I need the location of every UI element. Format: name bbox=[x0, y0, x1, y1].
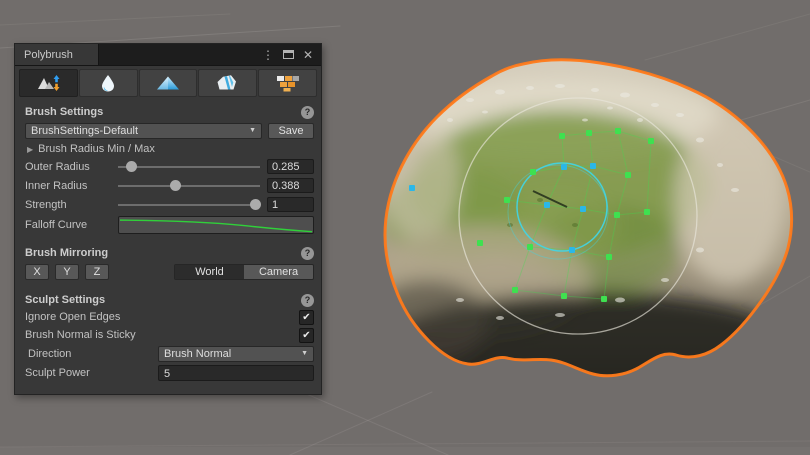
inner-radius-slider[interactable] bbox=[118, 179, 260, 192]
tool-smooth-button[interactable] bbox=[79, 69, 138, 97]
direction-dropdown[interactable]: Brush Normal ▼ bbox=[158, 346, 314, 362]
sculpt-power-field[interactable]: 5 bbox=[158, 365, 314, 381]
foldout-arrow-icon: ▶ bbox=[27, 145, 33, 154]
brush-normal-sticky-checkbox[interactable]: ✔ bbox=[299, 328, 314, 343]
ignore-open-edges-checkbox[interactable]: ✔ bbox=[299, 310, 314, 325]
close-icon[interactable]: ✕ bbox=[303, 49, 313, 61]
tool-sculpt-button[interactable] bbox=[19, 69, 78, 97]
sculpt-power-label: Sculpt Power bbox=[25, 367, 158, 379]
smooth-icon bbox=[95, 73, 121, 93]
falloff-curve-label: Falloff Curve bbox=[25, 219, 118, 231]
outer-radius-field[interactable]: 0.285 bbox=[267, 159, 314, 174]
brush-preset-dropdown[interactable]: BrushSettings-Default ▼ bbox=[25, 123, 262, 139]
strength-field[interactable]: 1 bbox=[267, 197, 314, 212]
titlebar-spacer bbox=[99, 44, 262, 65]
brush-radius-foldout-label: Brush Radius Min / Max bbox=[38, 143, 155, 155]
inner-radius-field[interactable]: 0.388 bbox=[267, 178, 314, 193]
direction-label: Direction bbox=[28, 348, 158, 360]
slider-knob[interactable] bbox=[126, 161, 137, 172]
inner-radius-label: Inner Radius bbox=[25, 180, 118, 192]
paint-prefabs-icon bbox=[215, 73, 241, 93]
ignore-open-edges-label: Ignore Open Edges bbox=[25, 311, 120, 323]
mirror-space-camera-button[interactable]: Camera bbox=[244, 265, 313, 279]
tool-paint-color-button[interactable] bbox=[139, 69, 198, 97]
slider-knob[interactable] bbox=[170, 180, 181, 191]
outer-radius-slider[interactable] bbox=[118, 160, 260, 173]
maximize-icon[interactable] bbox=[283, 50, 294, 59]
mode-toolbar bbox=[19, 69, 317, 97]
sculpt-icon bbox=[35, 73, 61, 93]
paint-color-icon bbox=[155, 73, 181, 93]
sculpt-settings-header: Sculpt Settings bbox=[25, 294, 105, 306]
slider-knob[interactable] bbox=[250, 199, 261, 210]
help-icon[interactable]: ? bbox=[301, 106, 314, 119]
brush-mirroring-header: Brush Mirroring bbox=[25, 247, 108, 259]
unity-scene-view: Polybrush ⋮ ✕ bbox=[0, 0, 810, 455]
polybrush-window: Polybrush ⋮ ✕ bbox=[14, 43, 322, 395]
rock-mesh[interactable] bbox=[368, 50, 805, 403]
save-button[interactable]: Save bbox=[268, 123, 314, 139]
mirror-space-toggle: World Camera bbox=[174, 264, 314, 280]
falloff-curve bbox=[119, 217, 313, 233]
tab-polybrush[interactable]: Polybrush bbox=[15, 44, 99, 65]
help-icon[interactable]: ? bbox=[301, 294, 314, 307]
paint-textures-icon bbox=[275, 73, 301, 93]
direction-value: Brush Normal bbox=[164, 348, 301, 360]
brush-settings-header: Brush Settings bbox=[25, 106, 103, 118]
window-titlebar[interactable]: Polybrush ⋮ ✕ bbox=[15, 44, 321, 66]
outer-radius-label: Outer Radius bbox=[25, 161, 118, 173]
tool-paint-textures-button[interactable] bbox=[258, 69, 317, 97]
help-icon[interactable]: ? bbox=[301, 247, 314, 260]
brush-normal-sticky-label: Brush Normal is Sticky bbox=[25, 329, 136, 341]
mirror-x-button[interactable]: X bbox=[25, 264, 49, 280]
chevron-down-icon: ▼ bbox=[301, 350, 308, 357]
mirror-space-world-button[interactable]: World bbox=[175, 265, 244, 279]
tool-paint-prefabs-button[interactable] bbox=[198, 69, 257, 97]
brush-preset-value: BrushSettings-Default bbox=[31, 125, 249, 137]
strength-label: Strength bbox=[25, 199, 118, 211]
window-menu-icon[interactable]: ⋮ bbox=[262, 49, 274, 61]
strength-slider[interactable] bbox=[118, 198, 260, 211]
chevron-down-icon: ▼ bbox=[249, 127, 256, 134]
mirror-y-button[interactable]: Y bbox=[55, 264, 79, 280]
window-title: Polybrush bbox=[24, 49, 73, 61]
mirror-z-button[interactable]: Z bbox=[85, 264, 109, 280]
brush-radius-foldout[interactable]: ▶ Brush Radius Min / Max bbox=[15, 141, 321, 157]
falloff-curve-field[interactable] bbox=[118, 216, 314, 234]
